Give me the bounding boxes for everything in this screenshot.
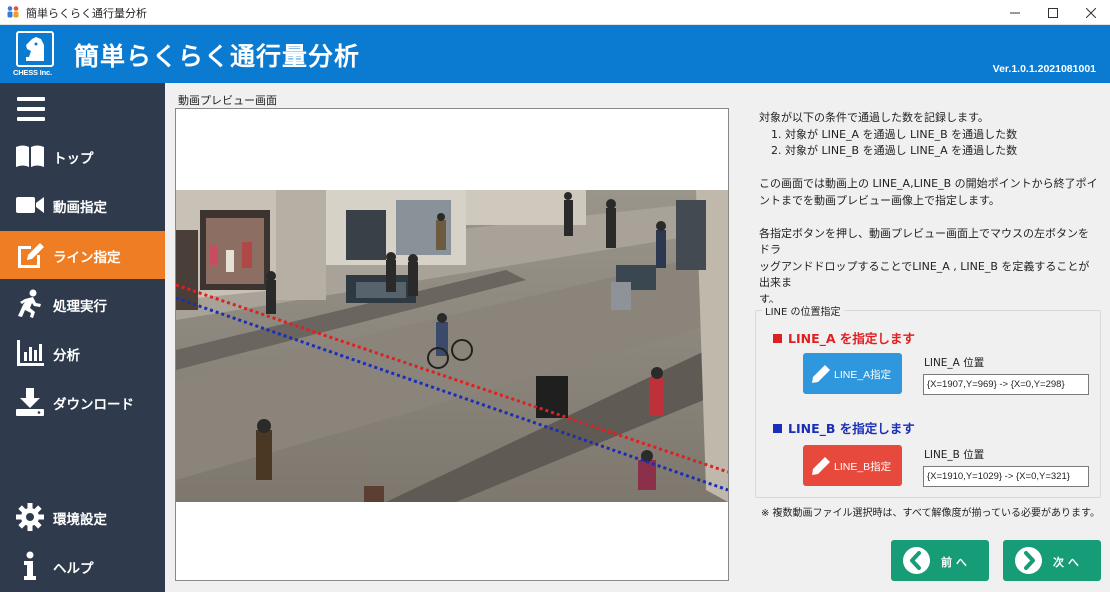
sidebar-item-label: 分析 (53, 348, 80, 364)
version-label: Ver.1.0.1.2021081001 (992, 63, 1096, 75)
sidebar-item-top[interactable]: トップ (0, 132, 165, 180)
sidebar-item-line[interactable]: ライン指定 (0, 231, 165, 279)
sidebar-item-settings[interactable]: 環境設定 (0, 493, 165, 541)
instruction-line: ッグアンドドロップすることでLINE_A , LINE_B を定義することが出来… (759, 259, 1090, 290)
knight-icon (26, 37, 44, 61)
close-button[interactable] (1072, 0, 1109, 25)
next-button[interactable]: 次 へ (1003, 540, 1101, 581)
chevron-left-icon (903, 547, 930, 574)
red-square-icon (773, 334, 782, 343)
pencil-icon (812, 365, 830, 383)
sidebar-item-video[interactable]: 動画指定 (0, 181, 165, 229)
maximize-icon (1047, 7, 1058, 18)
sidebar-item-label: 処理実行 (53, 299, 107, 315)
info-icon (14, 550, 46, 582)
preview-label: 動画プレビュー画面 (178, 94, 277, 107)
instruction-line: 1. 対象が LINE_A を通過し LINE_B を通過した数 (771, 127, 1018, 141)
resolution-note: ※ 複数動画ファイル選択時は、すべて解像度が揃っている必要があります。 (761, 508, 1100, 519)
sidebar-item-analysis[interactable]: 分析 (0, 329, 165, 377)
gear-icon (14, 501, 46, 533)
minimize-button[interactable] (996, 0, 1033, 25)
sidebar-item-process[interactable]: 処理実行 (0, 280, 165, 328)
download-icon (14, 386, 46, 418)
sidebar-item-label: 環境設定 (53, 512, 107, 528)
maximize-button[interactable] (1034, 0, 1071, 25)
line-b-position-label: LINE_B 位置 (924, 449, 985, 461)
line-a-button-label: LINE_A指定 (834, 369, 892, 381)
street-scene-image (176, 190, 728, 502)
sidebar-item-label: 動画指定 (53, 200, 107, 216)
instruction-line: 2. 対象が LINE_B を通過し LINE_A を通過した数 (771, 144, 1018, 157)
sidebar-item-label: ヘルプ (53, 561, 94, 577)
company-name: CHESS Inc. (13, 68, 52, 77)
line-a-position-label: LINE_A 位置 (924, 357, 985, 369)
app-icon (7, 6, 19, 18)
chevron-right-icon (1015, 547, 1042, 574)
instructions-text: 対象が以下の条件で通過した数を記録します。 1. 対象が LINE_A を通過し… (759, 110, 1099, 308)
line-a-set-button[interactable]: LINE_A指定 (803, 353, 902, 394)
bar-chart-icon (14, 337, 46, 369)
sidebar-item-label: トップ (53, 151, 94, 167)
company-logo: CHESS Inc. (13, 28, 57, 82)
app-header: CHESS Inc. 簡単らくらく通行量分析 Ver.1.0.1.2021081… (0, 25, 1110, 83)
menu-icon[interactable] (17, 97, 45, 121)
prev-button[interactable]: 前 へ (891, 540, 989, 581)
line-a-position-field[interactable]: {X=1907,Y=969} -> {X=0,Y=298} (923, 374, 1089, 395)
line-b-heading-text: LINE_B を指定します (788, 421, 915, 436)
group-title: LINE の位置指定 (762, 303, 844, 318)
sidebar-item-label: ダウンロード (53, 397, 134, 413)
blue-square-icon (773, 424, 782, 433)
instruction-line: 各指定ボタンを押し、動画プレビュー画面上でマウスの左ボタンをドラ (759, 226, 1089, 257)
app-title: 簡単らくらく通行量分析 (74, 42, 361, 71)
instruction-line: 対象が以下の条件で通過した数を記録します。 (759, 111, 989, 124)
instruction-line: ントまでを動画プレビュー画像上で指定します。 (759, 193, 1000, 207)
sidebar-item-download[interactable]: ダウンロード (0, 378, 165, 426)
line-b-heading: LINE_B を指定します (773, 418, 915, 437)
minimize-icon (1009, 12, 1020, 13)
window-title-bar: 簡単らくらく通行量分析 (0, 0, 1110, 25)
line-a-heading: LINE_A を指定します (773, 328, 915, 347)
pencil-icon (812, 457, 830, 475)
line-b-button-label: LINE_B指定 (834, 461, 892, 473)
prev-button-label: 前 へ (941, 556, 967, 569)
running-person-icon (14, 288, 46, 320)
edit-icon (14, 239, 46, 271)
instruction-line: この画面では動画上の LINE_A,LINE_B の開始ポイントから終了ポイ (759, 177, 1098, 190)
window-title: 簡単らくらく通行量分析 (26, 7, 147, 20)
line-b-position-field[interactable]: {X=1910,Y=1029} -> {X=0,Y=321} (923, 466, 1089, 487)
line-b-set-button[interactable]: LINE_B指定 (803, 445, 902, 486)
line-a-heading-text: LINE_A を指定します (788, 331, 915, 346)
video-preview-image[interactable] (176, 190, 728, 502)
next-button-label: 次 へ (1053, 556, 1079, 569)
close-icon (1085, 7, 1096, 18)
sidebar: トップ 動画指定 ライン指定 処理実行 分析 ダウンロード 環境設定 ヘルプ (0, 83, 165, 592)
sidebar-item-label: ライン指定 (53, 250, 121, 266)
video-camera-icon (14, 189, 46, 221)
book-icon (14, 140, 46, 172)
sidebar-item-help[interactable]: ヘルプ (0, 542, 165, 590)
